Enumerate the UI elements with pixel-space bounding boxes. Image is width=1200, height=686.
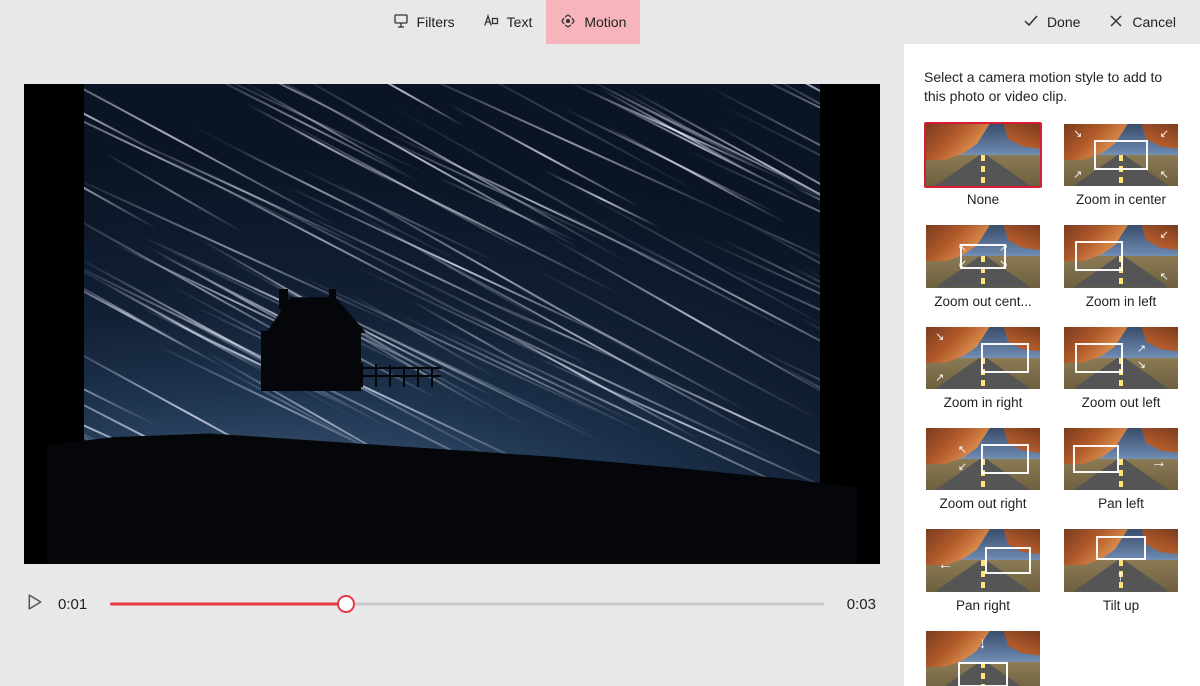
text-button[interactable]: Text (469, 0, 547, 44)
motion-label: Zoom in center (1062, 192, 1180, 207)
done-button[interactable]: Done (1009, 0, 1094, 44)
motion-option-4[interactable]: ↘↗ Zoom in right (924, 325, 1042, 410)
playback-controls: 0:01 0:03 (24, 564, 880, 614)
motion-option-5[interactable]: ↗↘ Zoom out left (1062, 325, 1180, 410)
motion-option-7[interactable]: → Pan left (1062, 426, 1180, 511)
motion-thumb: ↖↗↙↘ (924, 223, 1042, 289)
app-root: Filters Text Motion Done (0, 0, 1200, 686)
filters-label: Filters (417, 14, 455, 30)
current-time: 0:01 (58, 596, 94, 613)
motion-thumb: ↖↙ (924, 426, 1042, 492)
motion-option-1[interactable]: ↘↙↗↖ Zoom in center (1062, 122, 1180, 207)
motion-label: Zoom out left (1062, 395, 1180, 410)
motion-thumb: ↙↖ (1062, 223, 1180, 289)
motion-option-6[interactable]: ↖↙ Zoom out right (924, 426, 1042, 511)
motion-panel: Select a camera motion style to add to t… (904, 44, 1200, 686)
motion-option-0[interactable]: None (924, 122, 1042, 207)
motion-icon (560, 13, 576, 32)
text-icon (483, 13, 499, 32)
toolbar-center: Filters Text Motion (10, 0, 1009, 44)
filters-button[interactable]: Filters (379, 0, 469, 44)
motion-option-2[interactable]: ↖↗↙↘ Zoom out cent... (924, 223, 1042, 308)
motion-label: Pan right (924, 598, 1042, 613)
play-button[interactable] (28, 594, 42, 614)
motion-button[interactable]: Motion (546, 0, 640, 44)
seek-slider[interactable] (110, 594, 824, 614)
motion-thumb (924, 122, 1042, 188)
motion-thumb: ↓ (924, 629, 1042, 686)
motion-label: None (924, 192, 1042, 207)
panel-prompt: Select a camera motion style to add to t… (924, 68, 1180, 106)
motion-thumb: ← (924, 527, 1042, 593)
motion-thumb: ↘↙↗↖ (1062, 122, 1180, 188)
done-label: Done (1047, 14, 1080, 30)
motion-label: Pan left (1062, 496, 1180, 511)
motion-label: Zoom in right (924, 395, 1042, 410)
toolbar-right: Done Cancel (1009, 0, 1190, 44)
video-preview[interactable] (24, 84, 880, 564)
motion-label: Motion (584, 14, 626, 30)
toolbar: Filters Text Motion Done (0, 0, 1200, 44)
motion-label: Tilt up (1062, 598, 1180, 613)
motion-label: Zoom in left (1062, 294, 1180, 309)
cancel-button[interactable]: Cancel (1094, 0, 1190, 44)
motion-thumb: ↘↗ (924, 325, 1042, 391)
motion-grid: None ↘↙↗↖ Zoom in center ↖↗↙↘ Zoom out cent.… (924, 122, 1180, 686)
main: 0:01 0:03 Select a camera motion style t… (0, 44, 1200, 686)
motion-option-8[interactable]: ← Pan right (924, 527, 1042, 612)
motion-thumb: ↗↘ (1062, 325, 1180, 391)
total-time: 0:03 (840, 596, 876, 613)
motion-option-9[interactable]: ↑ Tilt up (1062, 527, 1180, 612)
close-icon (1108, 13, 1124, 32)
motion-option-3[interactable]: ↙↖ Zoom in left (1062, 223, 1180, 308)
motion-label: Zoom out cent... (924, 294, 1042, 309)
motion-label: Zoom out right (924, 496, 1042, 511)
motion-thumb: ↑ (1062, 527, 1180, 593)
motion-thumb: → (1062, 426, 1180, 492)
preview-image (84, 84, 820, 564)
preview-column: 0:01 0:03 (0, 44, 904, 686)
checkmark-icon (1023, 13, 1039, 32)
motion-option-10[interactable]: ↓Tilt down (924, 629, 1042, 686)
filters-icon (393, 13, 409, 32)
text-label: Text (507, 14, 533, 30)
cancel-label: Cancel (1132, 14, 1176, 30)
